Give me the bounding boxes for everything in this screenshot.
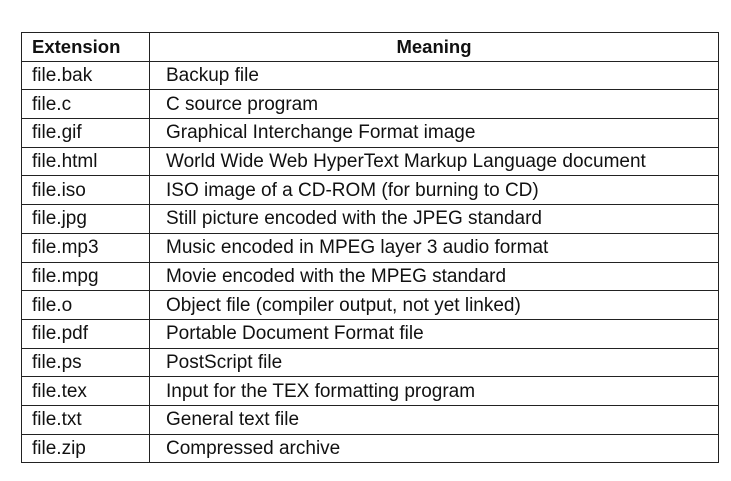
table-row: file.zip Compressed archive (21, 433, 719, 464)
meaning-cell: Object file (compiler output, not yet li… (149, 290, 719, 320)
extension-cell: file.tex (21, 376, 150, 406)
extension-cell: file.mpg (21, 261, 150, 292)
table-header-row: Extension Meaning (21, 32, 719, 62)
column-header-meaning: Meaning (149, 32, 719, 62)
extension-cell: file.c (21, 89, 150, 120)
meaning-cell: Compressed archive (149, 433, 719, 464)
meaning-cell: Backup file (149, 60, 719, 91)
extension-cell: file.txt (21, 404, 150, 435)
table-row: file.tex Input for the TEX formatting pr… (21, 376, 719, 406)
table-row: file.c C source program (21, 89, 719, 120)
extension-cell: file.ps (21, 347, 150, 378)
table-row: file.html World Wide Web HyperText Marku… (21, 146, 719, 177)
table-row: file.iso ISO image of a CD-ROM (for burn… (21, 175, 719, 206)
table-row: file.txt General text file (21, 404, 719, 435)
meaning-cell: Still picture encoded with the JPEG stan… (149, 204, 719, 234)
table-row: file.bak Backup file (21, 60, 719, 91)
extension-cell: file.gif (21, 118, 150, 148)
table-row: file.ps PostScript file (21, 347, 719, 378)
extension-cell: file.bak (21, 60, 150, 91)
meaning-cell: World Wide Web HyperText Markup Language… (149, 146, 719, 177)
extension-cell: file.o (21, 290, 150, 320)
file-extension-table: Extension Meaning file.bak Backup file f… (21, 32, 719, 464)
extension-cell: file.iso (21, 175, 150, 206)
meaning-cell: Movie encoded with the MPEG standard (149, 261, 719, 292)
meaning-cell: Input for the TEX formatting program (149, 376, 719, 406)
table-row: file.mpg Movie encoded with the MPEG sta… (21, 261, 719, 292)
table-row: file.mp3 Music encoded in MPEG layer 3 a… (21, 232, 719, 263)
table-row: file.jpg Still picture encoded with the … (21, 204, 719, 234)
extension-cell: file.html (21, 146, 150, 177)
meaning-cell: C source program (149, 89, 719, 120)
extension-cell: file.pdf (21, 318, 150, 349)
meaning-cell: Music encoded in MPEG layer 3 audio form… (149, 232, 719, 263)
meaning-cell: PostScript file (149, 347, 719, 378)
meaning-cell: Graphical Interchange Format image (149, 118, 719, 148)
extension-cell: file.jpg (21, 204, 150, 234)
meaning-cell: General text file (149, 404, 719, 435)
extension-cell: file.mp3 (21, 232, 150, 263)
table-row: file.gif Graphical Interchange Format im… (21, 118, 719, 148)
meaning-cell: Portable Document Format file (149, 318, 719, 349)
meaning-cell: ISO image of a CD-ROM (for burning to CD… (149, 175, 719, 206)
table-row: file.pdf Portable Document Format file (21, 318, 719, 349)
table-row: file.o Object file (compiler output, not… (21, 290, 719, 320)
extension-cell: file.zip (21, 433, 150, 464)
column-header-extension: Extension (21, 32, 150, 62)
